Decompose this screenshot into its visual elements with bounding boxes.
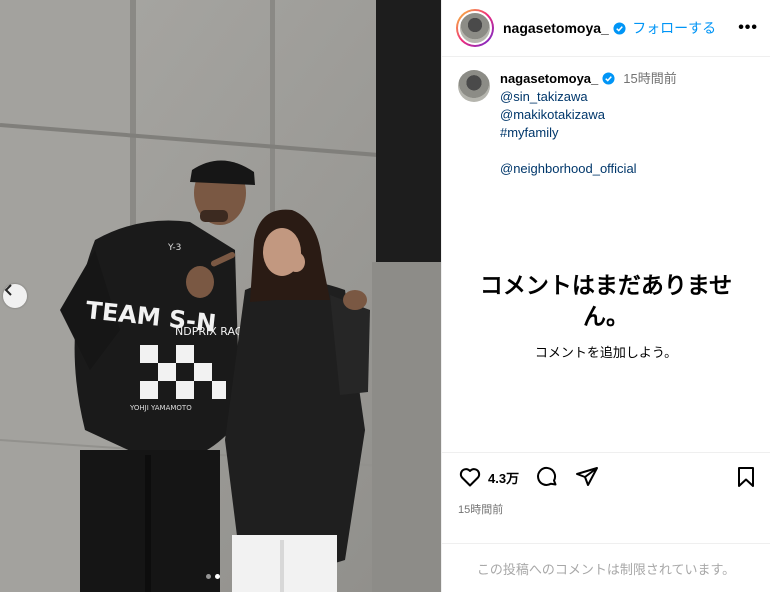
hashtag-link[interactable]: #myfamily <box>500 124 677 142</box>
caption-time: 15時間前 <box>623 71 677 86</box>
no-comments-subtitle: コメントを追加しよう。 <box>534 344 678 360</box>
jacket-lettering-2: NDPRIX RAC <box>175 325 243 338</box>
like-count[interactable]: 4.3万 <box>488 468 519 487</box>
jacket-logo-text: Y-3 <box>167 243 181 253</box>
more-options-button[interactable]: ••• <box>738 19 758 37</box>
post-photo[interactable]: TEAM S-N NDPRIX RAC YOHJI YAMAMOTO Y-3 <box>0 0 441 592</box>
no-comments: コメントはまだありません。 コメントを追加しよう。 <box>442 178 770 452</box>
carousel-dot-active <box>215 574 220 579</box>
mention-link[interactable]: @neighborhood_official <box>500 160 677 178</box>
avatar[interactable] <box>456 9 494 47</box>
photo-illustration: TEAM S-N NDPRIX RAC YOHJI YAMAMOTO Y-3 <box>0 0 441 592</box>
caption-username[interactable]: nagasetomoya_ <box>500 71 598 86</box>
post-actions: 4.3万 <box>442 452 770 501</box>
instagram-post-modal: TEAM S-N NDPRIX RAC YOHJI YAMAMOTO Y-3 n… <box>0 0 770 592</box>
heart-icon[interactable] <box>458 465 482 489</box>
username-text[interactable]: nagasetomoya_ <box>503 20 609 36</box>
verified-badge-icon <box>602 72 615 85</box>
bookmark-icon[interactable] <box>734 465 758 489</box>
share-icon[interactable] <box>575 465 599 489</box>
header-username[interactable]: nagasetomoya_ <box>503 20 626 36</box>
no-comments-title: コメントはまだありません。 <box>479 271 733 329</box>
verified-badge-icon <box>613 22 626 35</box>
comments-limited-notice: この投稿へのコメントは制限されています。 <box>442 543 770 592</box>
chevron-left-icon <box>4 284 12 296</box>
jacket-brand-text: YOHJI YAMAMOTO <box>129 404 192 412</box>
post-side-panel: nagasetomoya_ フォローする ••• nagasetomoya_ 15… <box>441 0 770 592</box>
post-caption: nagasetomoya_ 15時間前 @sin_takizawa @makiko… <box>442 57 770 178</box>
mention-link[interactable]: @sin_takizawa <box>500 88 677 106</box>
carousel-prev-button[interactable] <box>3 284 27 308</box>
comment-icon[interactable] <box>535 465 559 489</box>
follow-button[interactable]: フォローする <box>632 18 716 38</box>
carousel-dot <box>206 574 211 579</box>
carousel-indicator <box>206 574 220 579</box>
mention-link[interactable]: @makikotakizawa <box>500 106 677 124</box>
caption-body: nagasetomoya_ 15時間前 @sin_takizawa @makiko… <box>500 70 677 178</box>
post-header: nagasetomoya_ フォローする ••• <box>442 0 770 57</box>
post-timestamp: 15時間前 <box>458 504 504 516</box>
caption-avatar[interactable] <box>458 70 490 102</box>
